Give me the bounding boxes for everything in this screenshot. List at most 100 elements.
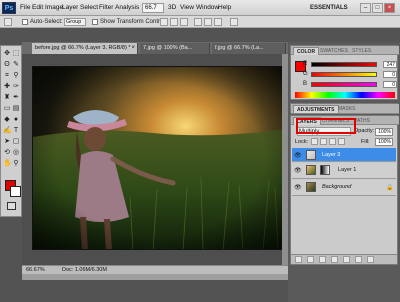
zoom-level-select[interactable]: 66.7 (142, 3, 164, 13)
vertical-scrollbar[interactable] (282, 54, 288, 265)
adjustment-layer-icon[interactable] (331, 256, 338, 263)
blue-value-input[interactable]: 0 (383, 81, 397, 88)
quick-select-tool-icon[interactable]: ✎ (12, 61, 20, 69)
menu-filter[interactable]: Filter (99, 4, 113, 11)
path-select-icon[interactable]: ➤ (3, 138, 11, 146)
crop-tool-icon[interactable]: ⌗ (3, 72, 11, 80)
red-slider[interactable]: R 247 (303, 61, 397, 68)
close-button[interactable]: × (384, 3, 395, 13)
layer-row-layer-1[interactable]: 👁 Layer 1 (292, 163, 396, 179)
layer-style-icon[interactable] (307, 256, 314, 263)
healing-brush-icon[interactable]: ✚ (3, 83, 11, 91)
status-bar: 66.67% Doc: 1.06M/6.30M (22, 265, 288, 274)
document-photo[interactable] (32, 66, 286, 250)
show-transform-checkbox[interactable] (92, 19, 98, 25)
opacity-input[interactable]: 100% (375, 128, 393, 136)
blur-tool-icon[interactable]: ◆ (3, 116, 11, 124)
menu-3d[interactable]: 3D (168, 4, 176, 11)
menu-edit[interactable]: Edit (32, 4, 43, 11)
tab-close-icon[interactable]: × (131, 43, 135, 54)
blue-slider-label: B (303, 81, 308, 87)
green-value-input[interactable]: 0 (383, 71, 397, 78)
menu-file[interactable]: File (20, 4, 30, 11)
lasso-tool-icon[interactable]: ʘ (3, 61, 11, 69)
visibility-eye-icon[interactable]: 👁 (294, 167, 302, 174)
auto-select-label: Auto-Select: (30, 19, 63, 25)
menu-layer[interactable]: Layer (62, 4, 78, 11)
align-bottom-icon[interactable] (180, 18, 188, 26)
maximize-button[interactable]: □ (372, 3, 383, 13)
hand-tool-icon[interactable]: ✋ (3, 160, 12, 168)
tab-color[interactable]: COLOR (293, 47, 320, 55)
zoom-tool-icon[interactable]: ⚲ (12, 160, 20, 168)
pen-tool-icon[interactable]: ✍ (3, 127, 12, 135)
green-slider-track[interactable] (311, 72, 377, 77)
layer-row-background[interactable]: 👁 Background 🔒 (292, 180, 396, 196)
brush-tool-icon[interactable]: ✑ (12, 83, 20, 91)
lock-image-icon[interactable] (320, 138, 327, 145)
new-group-icon[interactable] (343, 256, 350, 263)
type-tool-icon[interactable]: T (12, 127, 20, 135)
clone-stamp-icon[interactable]: ♜ (3, 94, 11, 102)
fill-input[interactable]: 100% (375, 138, 393, 146)
workspace-switcher[interactable]: ESSENTIALS (310, 3, 354, 13)
menu-select[interactable]: Select (80, 4, 98, 11)
menu-analysis[interactable]: Analysis (115, 4, 139, 11)
move-tool-icon[interactable]: ✥ (3, 50, 11, 58)
delete-layer-icon[interactable] (367, 256, 374, 263)
blue-slider[interactable]: B 0 (303, 81, 397, 88)
auto-select-dropdown[interactable]: Group (64, 18, 86, 26)
minimize-button[interactable]: – (360, 3, 371, 13)
layer-mask-thumbnail[interactable] (320, 165, 330, 175)
history-brush-icon[interactable]: ✒ (12, 94, 20, 102)
tab-masks[interactable]: MASKS (335, 105, 359, 113)
red-slider-track[interactable] (311, 62, 377, 67)
align-middle-icon[interactable] (170, 18, 178, 26)
align-right-icon[interactable] (214, 18, 222, 26)
link-layers-icon[interactable] (295, 256, 302, 263)
align-center-icon[interactable] (204, 18, 212, 26)
3d-orbit-icon[interactable]: ◎ (12, 149, 20, 157)
shape-tool-icon[interactable]: ▢ (12, 138, 20, 146)
align-left-icon[interactable] (194, 18, 202, 26)
menu-view[interactable]: View (180, 4, 194, 11)
gradient-tool-icon[interactable]: ▤ (12, 105, 20, 113)
lock-position-icon[interactable] (329, 138, 336, 145)
auto-select-checkbox[interactable] (22, 19, 28, 25)
lock-transparent-icon[interactable] (311, 138, 318, 145)
3d-rotate-icon[interactable]: ⟲ (3, 149, 11, 157)
distribute-icon[interactable] (230, 18, 238, 26)
menu-window[interactable]: Window (196, 4, 219, 11)
visibility-eye-icon[interactable]: 👁 (294, 152, 302, 159)
tab-7-jpg[interactable]: 7.jpg @ 100% (Ba... (140, 43, 210, 54)
quick-mask-icon[interactable] (7, 202, 16, 210)
eyedropper-tool-icon[interactable]: ⚲ (12, 72, 20, 80)
red-value-input[interactable]: 247 (383, 61, 397, 68)
menu-image[interactable]: Image (45, 4, 63, 11)
background-color-swatch[interactable] (10, 186, 21, 197)
horizontal-scrollbar[interactable] (22, 274, 288, 280)
green-slider[interactable]: G 0 (303, 71, 397, 78)
color-spectrum-ramp[interactable] (295, 92, 395, 98)
visibility-eye-icon[interactable]: 👁 (294, 184, 302, 191)
new-layer-icon[interactable] (355, 256, 362, 263)
align-top-icon[interactable] (160, 18, 168, 26)
marquee-tool-icon[interactable]: ⬚ (12, 50, 20, 58)
dodge-tool-icon[interactable]: ● (12, 116, 20, 124)
tab-before-jpg[interactable]: before.jpg @ 66.7% (Layer 3, RGB/8) * × (32, 43, 138, 54)
move-tool-preset-icon[interactable] (4, 18, 12, 26)
lock-all-icon[interactable] (338, 138, 345, 145)
tab-swatches[interactable]: SWATCHES (317, 47, 351, 55)
status-zoom[interactable]: 66.67% (26, 267, 45, 273)
blue-slider-track[interactable] (311, 82, 377, 87)
tab-label: before.jpg @ 66.7% (Layer 3, RGB/8) * (35, 45, 131, 51)
tab-f-jpg[interactable]: f.jpg @ 66.7% (La... (212, 43, 286, 54)
menu-help[interactable]: Help (218, 4, 231, 11)
layer-name: Layer 3 (322, 152, 341, 158)
tab-adjustments[interactable]: ADJUSTMENTS (293, 105, 339, 113)
photo-girl-in-field (33, 67, 285, 249)
tab-styles[interactable]: STYLES (349, 47, 374, 55)
add-mask-icon[interactable] (319, 256, 326, 263)
layer-row-layer-3[interactable]: 👁 Layer 3 (292, 148, 396, 162)
eraser-tool-icon[interactable]: ▭ (3, 105, 11, 113)
